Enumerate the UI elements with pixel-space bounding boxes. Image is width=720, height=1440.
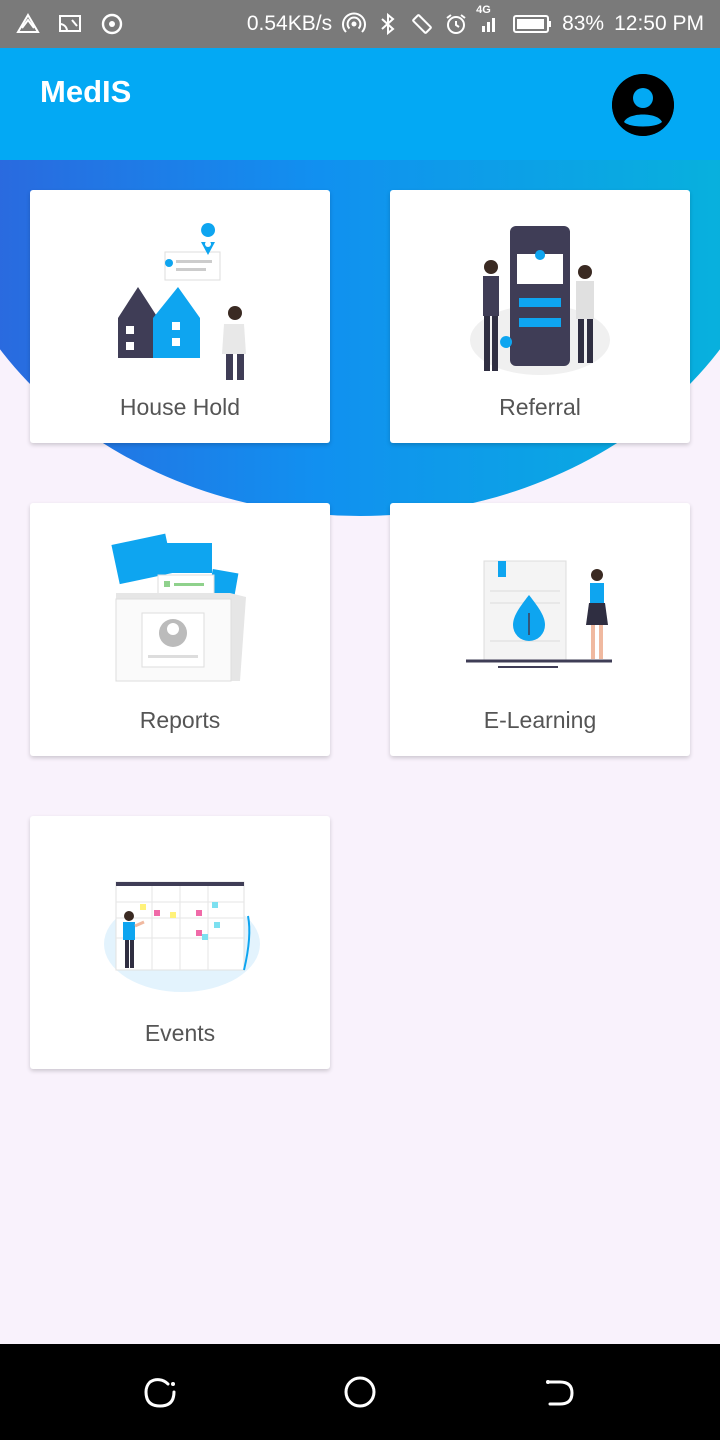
house-illustration xyxy=(118,223,246,380)
card-label: House Hold xyxy=(119,394,241,420)
bluetooth-icon xyxy=(376,12,400,36)
account-circle-icon[interactable] xyxy=(612,74,674,136)
signal-icon: 4G xyxy=(476,4,502,36)
e-learning-illustration xyxy=(466,560,612,668)
card-label: Events xyxy=(144,1020,216,1046)
card-label: Referral xyxy=(499,394,581,420)
system-nav-bar xyxy=(0,1344,720,1440)
alarm-icon xyxy=(444,12,468,36)
battery-icon xyxy=(512,12,552,36)
card-label: Reports xyxy=(139,707,221,733)
target-icon xyxy=(100,12,124,36)
clock: 12:50 PM xyxy=(614,12,704,35)
events-illustration xyxy=(104,881,260,992)
rotation-icon xyxy=(410,12,434,36)
reports-illustration xyxy=(111,533,246,682)
back-icon[interactable] xyxy=(540,1372,580,1412)
app-bar: MedIS xyxy=(0,48,720,160)
app-title: MedIS xyxy=(40,74,132,109)
card-e-learning[interactable]: E-Learning xyxy=(390,503,690,756)
card-label: E-Learning xyxy=(483,707,597,733)
card-events[interactable]: Events xyxy=(30,816,330,1069)
cast-icon xyxy=(58,12,82,36)
card-reports[interactable]: Reports xyxy=(30,503,330,756)
warning-triangle-icon xyxy=(16,12,40,36)
status-bar: 0.54KB/s 4G 83% 12:50 PM xyxy=(0,0,720,48)
home-circle-icon[interactable] xyxy=(340,1372,380,1412)
card-house-hold[interactable]: House Hold xyxy=(30,190,330,443)
net-speed: 0.54KB/s xyxy=(246,12,333,35)
hotspot-icon xyxy=(342,12,367,36)
recent-apps-icon[interactable] xyxy=(140,1372,180,1412)
referral-illustration xyxy=(470,226,610,375)
card-referral[interactable]: Referral xyxy=(390,190,690,443)
network-type-badge: 4G xyxy=(476,4,491,16)
battery-percent: 83% xyxy=(562,12,605,35)
